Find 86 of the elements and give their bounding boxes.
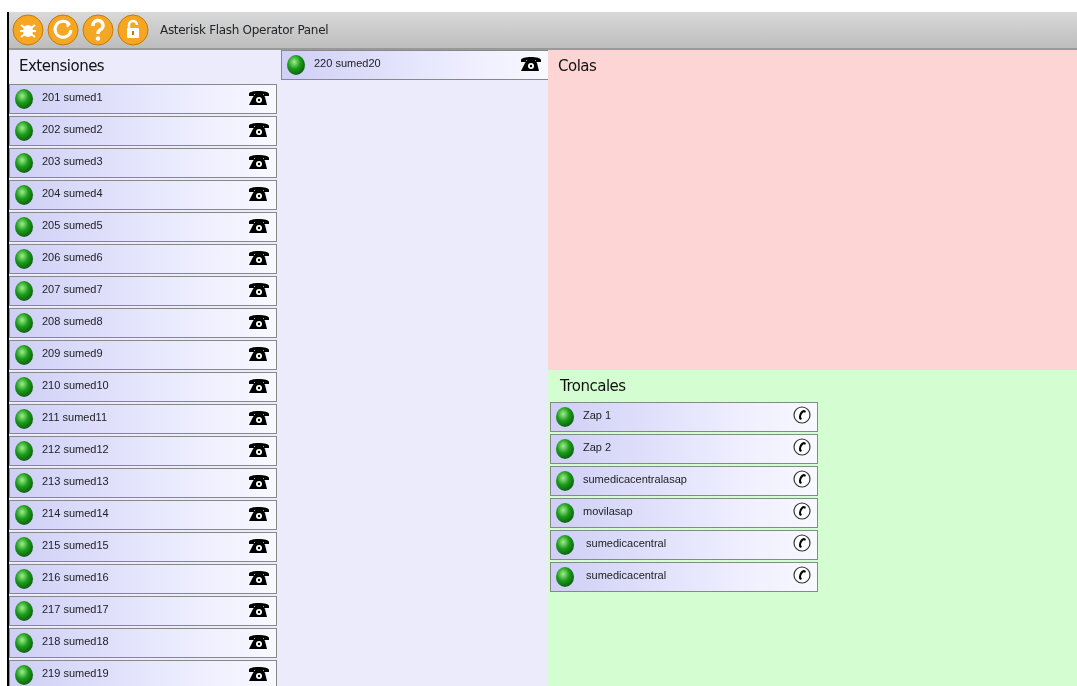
extension-slot[interactable]: 211 sumed11 — [9, 404, 277, 434]
status-led-icon — [555, 470, 575, 492]
phone-icon — [248, 440, 270, 458]
handset-icon — [793, 534, 811, 552]
trunk-slot[interactable]: sumedicacentral — [550, 530, 818, 560]
extension-slot[interactable]: 217 sumed17 — [9, 596, 277, 626]
extension-slot[interactable]: 219 sumed19 — [9, 660, 277, 686]
extension-slot[interactable]: 203 sumed3 — [9, 148, 277, 178]
status-led-icon — [14, 248, 34, 270]
bug-button[interactable] — [12, 14, 44, 46]
status-led-icon — [14, 568, 34, 590]
phone-icon — [248, 472, 270, 490]
window-title: Asterisk Flash Operator Panel — [160, 22, 329, 39]
status-led-icon — [14, 472, 34, 494]
phone-icon — [248, 376, 270, 394]
status-led-icon — [14, 600, 34, 622]
reload-button[interactable] — [47, 14, 79, 46]
extension-slot[interactable]: 212 sumed12 — [9, 436, 277, 466]
handset-icon — [793, 438, 811, 456]
trunk-slot[interactable]: movilasap — [550, 498, 818, 528]
phone-icon — [248, 88, 270, 106]
status-led-icon — [14, 152, 34, 174]
phone-icon — [248, 632, 270, 650]
extension-slot[interactable]: 218 sumed18 — [9, 628, 277, 658]
extension-slot[interactable]: 207 sumed7 — [9, 276, 277, 306]
phone-icon — [248, 600, 270, 618]
trunk-slot[interactable]: sumedicacentralasap — [550, 466, 818, 496]
phone-icon — [248, 344, 270, 362]
section-title: Extensiones — [18, 56, 106, 77]
status-led-icon — [555, 438, 575, 460]
status-led-icon — [555, 534, 575, 556]
phone-icon — [520, 54, 542, 72]
lock-button[interactable] — [117, 14, 149, 46]
handset-icon — [793, 502, 811, 520]
extension-slot[interactable]: 202 sumed2 — [9, 116, 277, 146]
phone-icon — [248, 248, 270, 266]
status-led-icon — [555, 406, 575, 428]
status-led-icon — [14, 408, 34, 430]
status-led-icon — [14, 664, 34, 686]
extension-slot[interactable]: 215 sumed15 — [9, 532, 277, 562]
extension-slot[interactable]: 204 sumed4 — [9, 180, 277, 210]
phone-icon — [248, 184, 270, 202]
status-led-icon — [14, 216, 34, 238]
extension-slot[interactable]: 201 sumed1 — [9, 84, 277, 114]
phone-icon — [248, 504, 270, 522]
status-led-icon — [14, 184, 34, 206]
status-led-icon — [14, 504, 34, 526]
status-led-icon — [555, 566, 575, 588]
extension-slot[interactable]: 206 sumed6 — [9, 244, 277, 274]
status-led-icon — [14, 344, 34, 366]
extension-slot[interactable]: 205 sumed5 — [9, 212, 277, 242]
phone-icon — [248, 280, 270, 298]
status-led-icon — [14, 312, 34, 334]
section-title: Colas — [557, 56, 598, 77]
extension-slot[interactable]: 220 sumed20 — [281, 50, 548, 80]
handset-icon — [793, 406, 811, 424]
status-led-icon — [14, 88, 34, 110]
status-led-icon — [14, 440, 34, 462]
status-led-icon — [14, 376, 34, 398]
trunk-slot[interactable]: sumedicacentral — [550, 562, 818, 592]
handset-icon — [793, 470, 811, 488]
phone-icon — [248, 120, 270, 138]
extension-slot[interactable]: 216 sumed16 — [9, 564, 277, 594]
phone-icon — [248, 536, 270, 554]
status-led-icon — [286, 54, 306, 76]
trunk-slot[interactable]: Zap 1 — [550, 402, 818, 432]
phone-icon — [248, 216, 270, 234]
status-led-icon — [14, 632, 34, 654]
status-led-icon — [14, 280, 34, 302]
phone-icon — [248, 312, 270, 330]
phone-icon — [248, 408, 270, 426]
status-led-icon — [14, 120, 34, 142]
extension-slot[interactable]: 208 sumed8 — [9, 308, 277, 338]
section-title: Troncales — [559, 376, 627, 397]
handset-icon — [793, 566, 811, 584]
phone-icon — [248, 152, 270, 170]
extension-slot[interactable]: 210 sumed10 — [9, 372, 277, 402]
extension-slot[interactable]: 214 sumed14 — [9, 500, 277, 530]
status-led-icon — [14, 536, 34, 558]
help-button[interactable] — [82, 14, 114, 46]
phone-icon — [248, 664, 270, 682]
extension-slot[interactable]: 213 sumed13 — [9, 468, 277, 498]
trunk-slot[interactable]: Zap 2 — [550, 434, 818, 464]
status-led-icon — [555, 502, 575, 524]
extension-slot[interactable]: 209 sumed9 — [9, 340, 277, 370]
phone-icon — [248, 568, 270, 586]
